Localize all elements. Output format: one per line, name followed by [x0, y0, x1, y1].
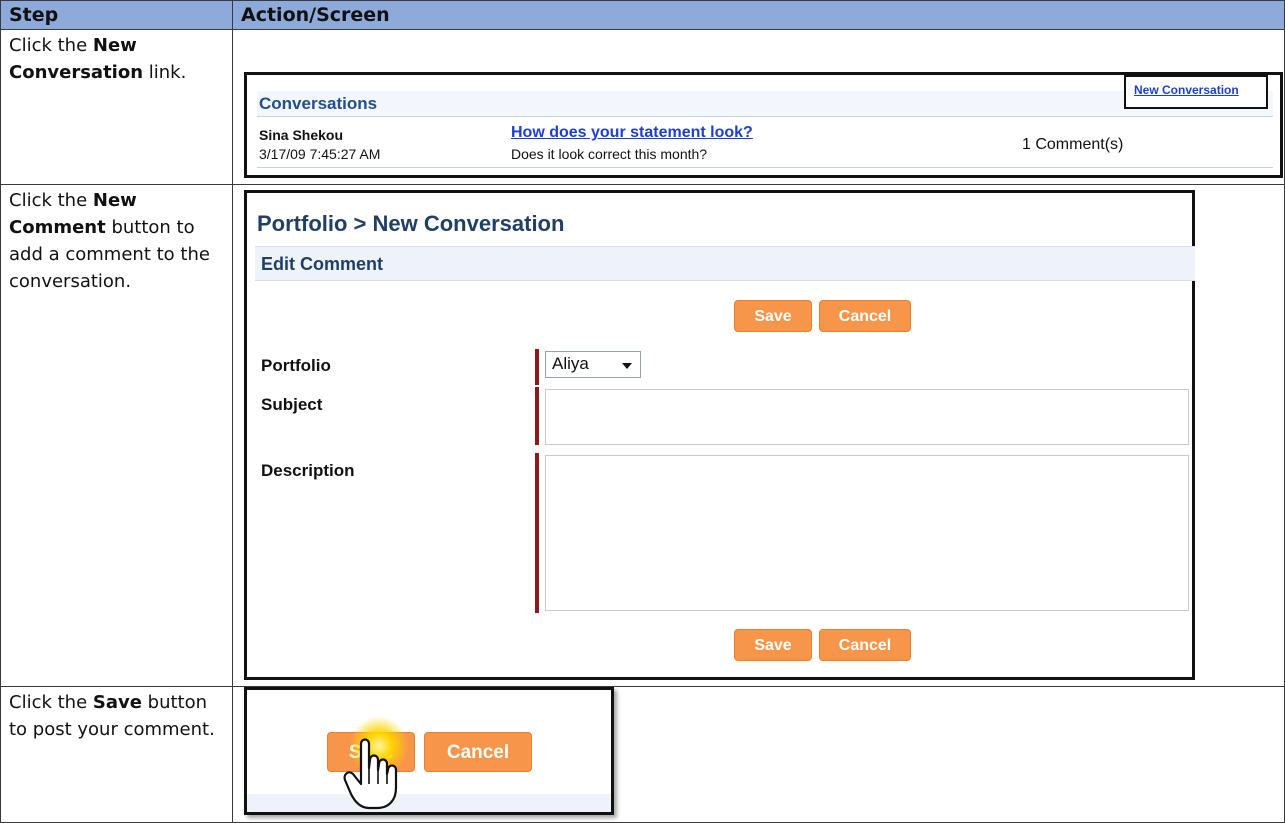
cancel-button-bottom[interactable]: Cancel: [819, 629, 911, 661]
required-indicator: [535, 387, 539, 445]
row3-step-bold: Save: [92, 692, 142, 713]
cancel-button-top[interactable]: Cancel: [819, 300, 911, 332]
description-textarea[interactable]: [545, 455, 1189, 611]
header-action: Action/Screen: [232, 0, 1285, 30]
conversation-date: 3/17/09 7:45:27 AM: [259, 146, 381, 162]
save-click-screenshot: Save Cancel: [244, 687, 614, 815]
row3-step-cell: Click the Save button to post your comme…: [0, 686, 233, 823]
required-indicator: [535, 453, 539, 613]
conversation-subject-link[interactable]: How does your statement look?: [511, 124, 753, 142]
row2-step-text: Click the New Comment button to add a co…: [1, 185, 232, 295]
row1-step-pre: Click the: [9, 35, 93, 56]
hand-cursor-icon: [343, 738, 398, 810]
subject-label: Subject: [261, 395, 323, 414]
page-title: Portfolio > New Conversation: [257, 211, 565, 236]
row3-step-text: Click the Save button to post your comme…: [1, 687, 232, 743]
footer-band: [247, 794, 611, 812]
header-action-label: Action/Screen: [241, 4, 390, 26]
header-step: Step: [0, 0, 233, 30]
row1-step-text: Click the New Conversation link.: [1, 30, 232, 86]
chevron-down-icon: [622, 363, 632, 369]
row2-step-pre: Click the: [9, 190, 93, 211]
divider: [257, 167, 1273, 168]
row2-step-cell: Click the New Comment button to add a co…: [0, 184, 233, 687]
conversations-screenshot: Conversations New Conversation Sina Shek…: [244, 72, 1283, 178]
conversation-description: Does it look correct this month?: [511, 146, 708, 162]
save-button-top[interactable]: Save: [734, 300, 812, 332]
save-button-bottom[interactable]: Save: [734, 629, 812, 661]
new-conversation-callout: New Conversation: [1124, 75, 1268, 109]
comment-count: 1 Comment(s): [1022, 136, 1124, 153]
portfolio-label: Portfolio: [261, 356, 331, 375]
cancel-button-zoomed[interactable]: Cancel: [424, 732, 532, 772]
new-conversation-screenshot: Portfolio > New Conversation Edit Commen…: [244, 190, 1195, 680]
header-step-label: Step: [9, 4, 59, 26]
conversation-author: Sina Shekou: [259, 127, 344, 143]
row1-step-cell: Click the New Conversation link.: [0, 29, 233, 185]
section-header: Edit Comment: [255, 246, 1195, 281]
required-indicator: [535, 349, 539, 385]
description-label: Description: [261, 461, 355, 480]
portfolio-select[interactable]: Aliya: [545, 351, 641, 378]
row1-step-post: link.: [143, 62, 187, 83]
subject-input[interactable]: [545, 389, 1189, 445]
conversations-title: Conversations: [257, 91, 1273, 117]
new-conversation-link[interactable]: New Conversation: [1134, 83, 1239, 97]
portfolio-select-value: Aliya: [552, 354, 589, 373]
row3-step-pre: Click the: [9, 692, 93, 713]
